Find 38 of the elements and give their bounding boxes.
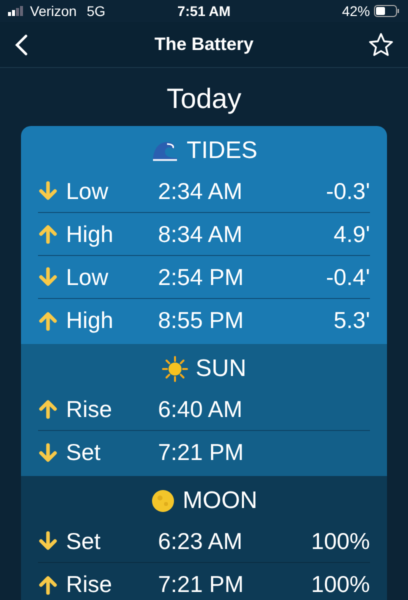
event-value: -0.3'	[326, 176, 370, 206]
event-time: 8:55 PM	[158, 307, 244, 334]
clock-time: 7:51 AM	[177, 2, 231, 20]
section-title: SUN	[196, 354, 246, 384]
star-icon	[368, 32, 394, 58]
event-label: High	[66, 307, 114, 334]
event-time: 7:21 PM	[158, 571, 244, 598]
event-label: Rise	[66, 571, 112, 598]
section-title: MOON	[182, 486, 258, 516]
sun-icon	[162, 356, 188, 382]
screen-title: The Battery	[154, 33, 254, 56]
network-text: 5G	[86, 2, 106, 20]
event-label: Low	[66, 264, 108, 290]
event-time: 2:54 PM	[158, 264, 244, 290]
event-label: Set	[66, 528, 101, 554]
event-value: 100%	[311, 570, 370, 600]
event-label: Rise	[66, 396, 112, 422]
event-value: 5.3'	[334, 306, 370, 336]
wave-icon	[150, 139, 179, 163]
event-time: 6:40 AM	[158, 396, 242, 422]
signal-icon	[8, 6, 24, 16]
event-label: Low	[66, 178, 108, 204]
event-time: 7:21 PM	[158, 439, 244, 466]
event-label: Set	[66, 439, 101, 466]
battery-icon	[374, 5, 400, 17]
moon-icon	[150, 489, 175, 513]
event-time: 8:34 AM	[158, 220, 242, 247]
battery-percent: 42%	[342, 2, 370, 20]
event-label: High	[66, 220, 114, 247]
event-time: 6:23 AM	[158, 528, 242, 554]
day-heading: Today	[166, 82, 242, 116]
event-value: -0.4'	[326, 262, 370, 292]
back-icon	[14, 34, 28, 56]
event-value: 100%	[311, 526, 370, 556]
carrier-text: Verizon	[30, 2, 77, 20]
event-time: 2:34 AM	[158, 178, 242, 204]
section-title: TIDES	[186, 136, 258, 166]
event-value: 4.9'	[334, 220, 370, 249]
